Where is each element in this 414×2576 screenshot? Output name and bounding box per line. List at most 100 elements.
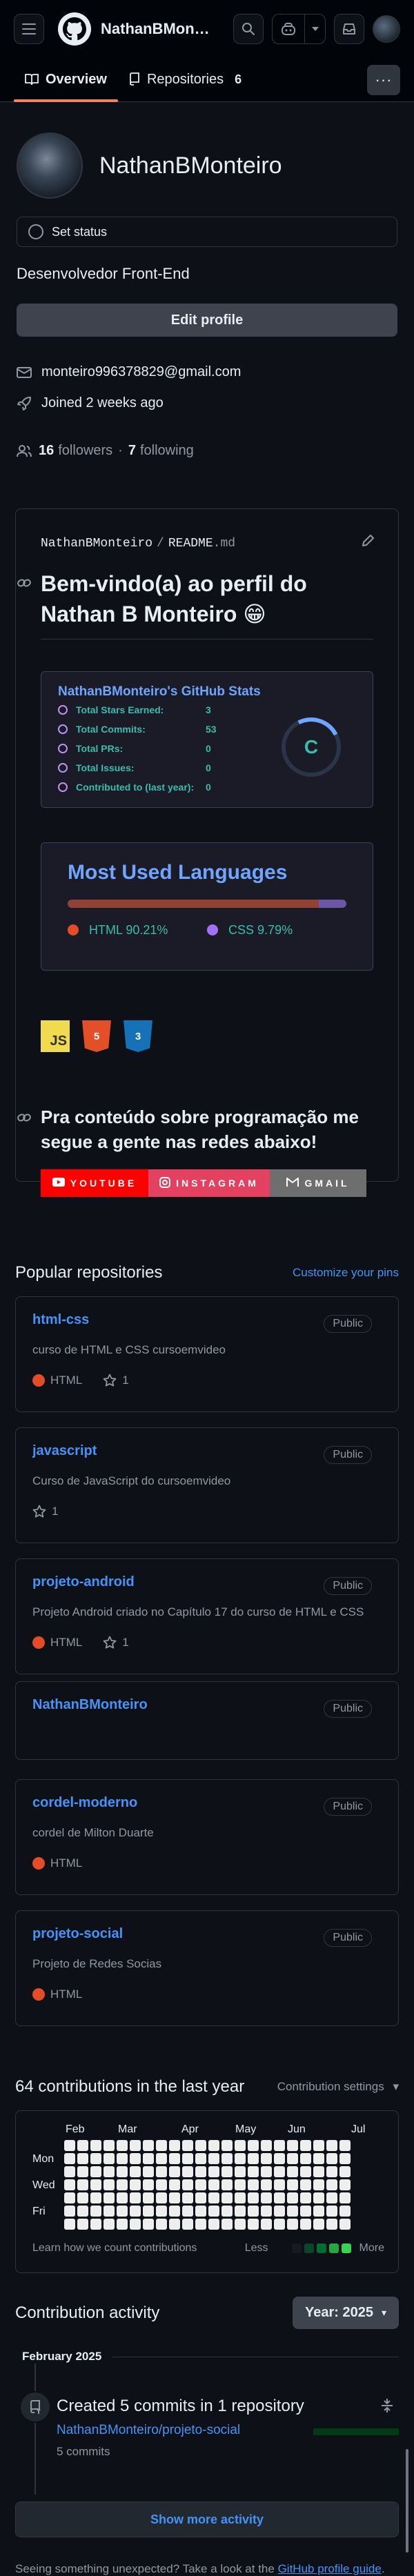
contribution-cell[interactable]: [195, 2219, 206, 2230]
contribution-cell[interactable]: [339, 2140, 351, 2151]
contribution-cell[interactable]: [90, 2219, 101, 2230]
gmail-badge[interactable]: GMAIL: [270, 1169, 366, 1197]
header-username[interactable]: NathanBMonteiro: [101, 20, 211, 38]
contribution-cell[interactable]: [143, 2192, 154, 2203]
contribution-cell[interactable]: [326, 2153, 337, 2164]
contribution-settings-button[interactable]: Contribution settings ▾: [277, 2080, 399, 2094]
link-icon[interactable]: [17, 578, 31, 588]
contribution-cell[interactable]: [261, 2153, 272, 2164]
instagram-badge[interactable]: INSTAGRAM: [148, 1169, 270, 1197]
contribution-cell[interactable]: [274, 2219, 285, 2230]
contribution-cell[interactable]: [156, 2140, 167, 2151]
user-avatar[interactable]: [373, 15, 400, 43]
contribution-cell[interactable]: [235, 2179, 246, 2190]
contribution-cell[interactable]: [326, 2166, 337, 2177]
contribution-cell[interactable]: [261, 2140, 272, 2151]
contribution-cell[interactable]: [143, 2140, 154, 2151]
contribution-cell[interactable]: [248, 2179, 259, 2190]
contribution-cell[interactable]: [300, 2153, 311, 2164]
contribution-cell[interactable]: [313, 2192, 324, 2203]
contribution-cell[interactable]: [235, 2166, 246, 2177]
contribution-cell[interactable]: [143, 2153, 154, 2164]
contribution-cell[interactable]: [287, 2166, 298, 2177]
contribution-cell[interactable]: [77, 2140, 88, 2151]
contribution-cell[interactable]: [287, 2153, 298, 2164]
contribution-cell[interactable]: [326, 2192, 337, 2203]
contribution-cell[interactable]: [208, 2219, 219, 2230]
repo-stars-link[interactable]: 1: [32, 1505, 58, 1518]
contribution-cell[interactable]: [300, 2179, 311, 2190]
contribution-cell[interactable]: [248, 2206, 259, 2217]
contribution-cell[interactable]: [182, 2140, 193, 2151]
contribution-cell[interactable]: [300, 2192, 311, 2203]
contribution-cell[interactable]: [274, 2206, 285, 2217]
contribution-cell[interactable]: [208, 2153, 219, 2164]
following-label[interactable]: following: [140, 443, 194, 459]
contribution-cell[interactable]: [195, 2192, 206, 2203]
contribution-cell[interactable]: [77, 2192, 88, 2203]
contribution-cell[interactable]: [221, 2206, 233, 2217]
contribution-cell[interactable]: [130, 2206, 141, 2217]
contribution-cell[interactable]: [64, 2153, 75, 2164]
contribution-cell[interactable]: [90, 2153, 101, 2164]
github-logo-icon[interactable]: [58, 12, 91, 46]
contribution-cell[interactable]: [77, 2219, 88, 2230]
contribution-cell[interactable]: [182, 2219, 193, 2230]
contribution-cell[interactable]: [235, 2153, 246, 2164]
contribution-cell[interactable]: [143, 2219, 154, 2230]
contribution-cell[interactable]: [339, 2192, 351, 2203]
contribution-cell[interactable]: [248, 2219, 259, 2230]
contribution-cell[interactable]: [169, 2166, 180, 2177]
contribution-cell[interactable]: [235, 2206, 246, 2217]
contribution-cell[interactable]: [77, 2153, 88, 2164]
contribution-cell[interactable]: [103, 2219, 115, 2230]
edit-readme-button[interactable]: [361, 534, 375, 551]
contribution-cell[interactable]: [182, 2192, 193, 2203]
show-more-activity-button[interactable]: Show more activity: [15, 2501, 399, 2537]
contribution-cell[interactable]: [221, 2153, 233, 2164]
contribution-cell[interactable]: [90, 2206, 101, 2217]
contribution-cell[interactable]: [261, 2219, 272, 2230]
contribution-cell[interactable]: [117, 2219, 128, 2230]
contribution-cell[interactable]: [208, 2192, 219, 2203]
contribution-cell[interactable]: [143, 2179, 154, 2190]
contribution-cell[interactable]: [117, 2206, 128, 2217]
contribution-cell[interactable]: [103, 2140, 115, 2151]
contribution-cell[interactable]: [195, 2140, 206, 2151]
contribution-cell[interactable]: [117, 2192, 128, 2203]
contribution-cell[interactable]: [117, 2153, 128, 2164]
contribution-cell[interactable]: [103, 2206, 115, 2217]
activity-repo-link[interactable]: NathanBMonteiro/projeto-social: [57, 2423, 240, 2438]
contribution-cell[interactable]: [64, 2179, 75, 2190]
contribution-cell[interactable]: [326, 2219, 337, 2230]
contribution-cell[interactable]: [182, 2179, 193, 2190]
repo-stars-link[interactable]: 1: [103, 1636, 129, 1649]
contribution-cell[interactable]: [182, 2153, 193, 2164]
collapse-toggle[interactable]: [379, 2398, 395, 2417]
contribution-cell[interactable]: [326, 2206, 337, 2217]
profile-email-link[interactable]: monteiro996378829@gmail.com: [41, 364, 241, 380]
contribution-cell[interactable]: [208, 2206, 219, 2217]
youtube-badge[interactable]: YOUTUBE: [41, 1169, 148, 1197]
contribution-cell[interactable]: [221, 2192, 233, 2203]
contribution-cell[interactable]: [339, 2206, 351, 2217]
search-button[interactable]: [233, 14, 264, 44]
contribution-cell[interactable]: [169, 2219, 180, 2230]
contribution-cell[interactable]: [248, 2192, 259, 2203]
contribution-cell[interactable]: [274, 2179, 285, 2190]
contribution-cell[interactable]: [143, 2166, 154, 2177]
contribution-cell[interactable]: [130, 2166, 141, 2177]
contribution-cell[interactable]: [221, 2140, 233, 2151]
contribution-cell[interactable]: [274, 2153, 285, 2164]
learn-contributions-link[interactable]: Learn how we count contributions: [32, 2242, 197, 2255]
contribution-cell[interactable]: [208, 2140, 219, 2151]
contribution-cell[interactable]: [103, 2153, 115, 2164]
contribution-cell[interactable]: [77, 2206, 88, 2217]
contribution-cell[interactable]: [274, 2192, 285, 2203]
tab-repositories[interactable]: Repositories 6: [118, 57, 253, 101]
more-options-button[interactable]: ···: [367, 65, 400, 95]
contribution-cell[interactable]: [326, 2140, 337, 2151]
contribution-cell[interactable]: [261, 2206, 272, 2217]
contribution-cell[interactable]: [235, 2140, 246, 2151]
contribution-cell[interactable]: [103, 2166, 115, 2177]
